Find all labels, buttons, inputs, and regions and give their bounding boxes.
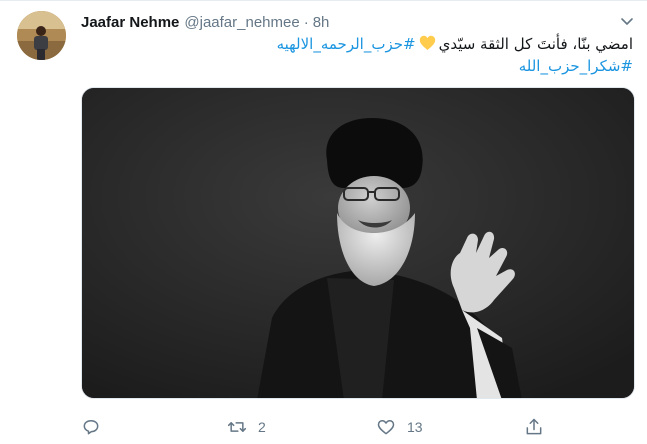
tweet-time[interactable]: 8h <box>313 14 330 31</box>
author-handle[interactable]: @jaafar_nehmee <box>184 14 299 31</box>
avatar[interactable] <box>17 11 66 60</box>
tweet-line-1: امضي بنّا، فأنتَ كل الثقة سيّدي #حزب_الرح… <box>93 34 633 56</box>
hashtag-link-1[interactable]: #حزب_الرحمه_الالهيه <box>277 35 416 53</box>
retweet-count: 2 <box>258 419 266 435</box>
chevron-down-icon[interactable] <box>620 14 634 28</box>
separator-dot: · <box>303 13 309 31</box>
heart-icon <box>377 420 395 435</box>
hashtag-link-2[interactable]: #شكرا_حزب_الله <box>519 57 633 75</box>
tweet-actions: 2 13 <box>81 415 561 439</box>
photo-image <box>82 88 634 398</box>
tweet-header: Jaafar Nehme @jaafar_nehmee · 8h <box>81 12 329 32</box>
like-button[interactable]: 13 <box>376 415 423 439</box>
like-count: 13 <box>407 419 423 435</box>
avatar-image <box>17 11 66 60</box>
reply-button[interactable] <box>81 415 101 439</box>
tweet-card[interactable]: Jaafar Nehme @jaafar_nehmee · 8h امضي بن… <box>0 0 647 444</box>
tweet-line-2: #شكرا_حزب_الله <box>93 56 633 76</box>
retweet-button[interactable]: 2 <box>227 415 266 439</box>
tweet-media-photo[interactable] <box>81 87 635 399</box>
retweet-icon <box>227 422 247 432</box>
tweet-text: امضي بنّا، فأنتَ كل الثقة سيّدي #حزب_الرح… <box>93 34 633 76</box>
tweet-main-text: امضي بنّا، فأنتَ كل الثقة سيّدي <box>438 35 633 53</box>
share-icon <box>526 418 542 435</box>
reply-icon <box>83 420 99 435</box>
share-button[interactable] <box>524 415 544 439</box>
yellow-heart-icon <box>419 35 436 56</box>
author-name[interactable]: Jaafar Nehme <box>81 14 179 31</box>
